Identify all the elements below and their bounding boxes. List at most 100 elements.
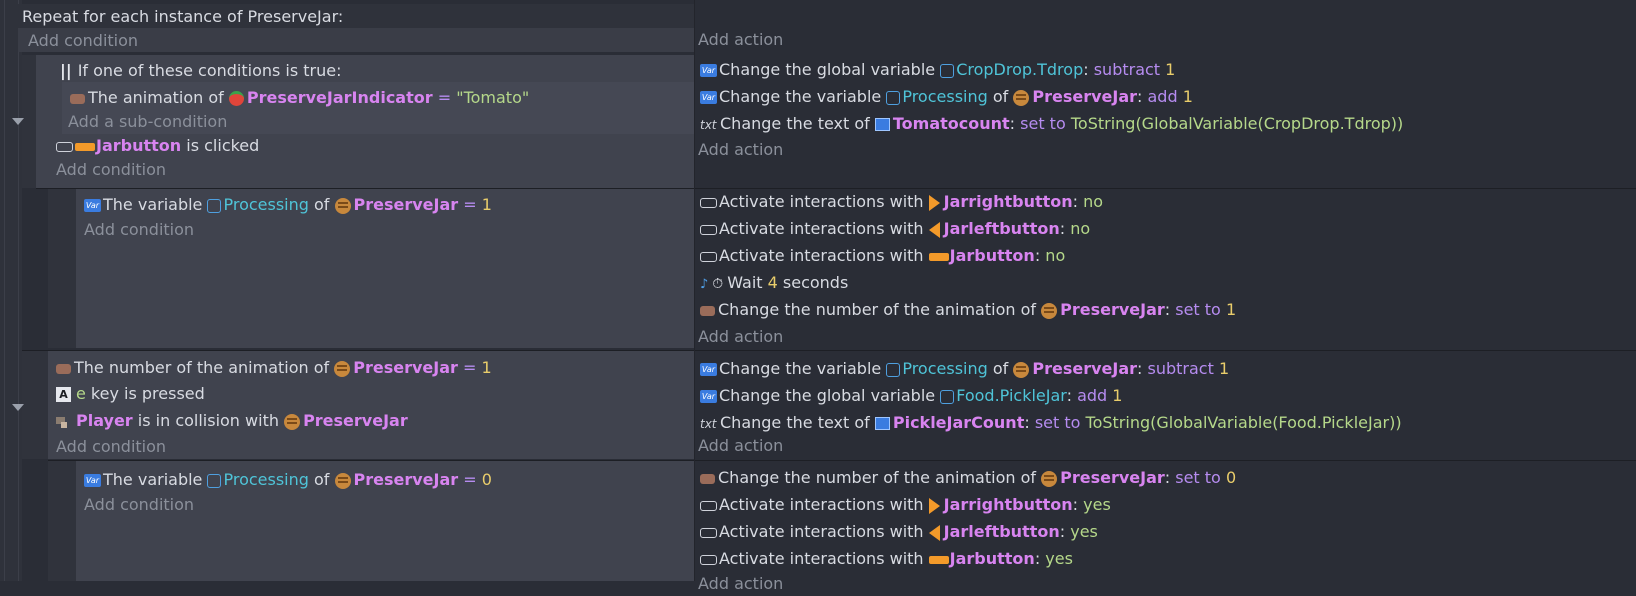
jarbutton-icon bbox=[928, 555, 949, 564]
preserve-jar-icon bbox=[334, 472, 351, 489]
text-object-icon bbox=[874, 417, 890, 430]
condition-jarbutton-clicked[interactable]: Jarbutton is clicked bbox=[56, 134, 259, 158]
variable-icon: Var bbox=[700, 390, 717, 403]
object-name: PreserveJarIndicator bbox=[246, 88, 433, 107]
nested-1-gutter bbox=[48, 188, 76, 348]
add-condition-button[interactable]: Add condition bbox=[56, 435, 166, 459]
action-wait[interactable]: ♪ ⏱ Wait 4 seconds bbox=[700, 271, 848, 295]
add-condition-button[interactable]: Add condition bbox=[28, 29, 138, 53]
action-change-var-processing-add[interactable]: Var Change the variable Processing of Pre… bbox=[700, 85, 1193, 109]
preserve-jar-icon bbox=[1041, 470, 1058, 487]
text-icon: txt bbox=[700, 417, 717, 431]
jarbutton-icon bbox=[928, 252, 949, 261]
text-icon: txt bbox=[700, 118, 717, 132]
action-change-global-picklejar[interactable]: Var Change the global variable Food.Pickl… bbox=[700, 384, 1122, 408]
animation-icon bbox=[700, 305, 715, 316]
condition-key-pressed[interactable]: Ae key is pressed bbox=[56, 382, 205, 406]
timer-icon: ⏱ bbox=[712, 276, 724, 292]
or-label: If one of these conditions is true: bbox=[77, 61, 342, 80]
condition-player-collision[interactable]: Player is in collision with PreserveJar bbox=[56, 409, 408, 433]
variable-icon: Var bbox=[84, 199, 101, 212]
condition-variable-processing-eq-0[interactable]: Var The variable Processing of PreserveJa… bbox=[84, 468, 492, 492]
preserve-jar-icon bbox=[334, 360, 351, 377]
variable-icon: Var bbox=[700, 91, 717, 104]
object-variable-icon bbox=[886, 362, 901, 377]
action-change-global-cropdrop[interactable]: Var Change the global variable CropDrop.T… bbox=[700, 58, 1175, 82]
animation-icon bbox=[700, 473, 715, 484]
action-change-var-processing-subtract[interactable]: Var Change the variable Processing of Pre… bbox=[700, 357, 1229, 381]
variable-icon: Var bbox=[700, 363, 717, 376]
action-change-text-tomatocount[interactable]: txt Change the text of Tomatocount: set t… bbox=[700, 112, 1403, 136]
repeat-event-header[interactable]: Repeat for each instance of PreserveJar: bbox=[22, 5, 343, 29]
condition-animation-number-eq-1[interactable]: The number of the animation of PreserveJ… bbox=[56, 356, 492, 380]
right-arrow-button-icon bbox=[928, 194, 940, 211]
separator bbox=[36, 188, 1636, 189]
add-action-button[interactable]: Add action bbox=[698, 572, 783, 596]
animation-icon bbox=[70, 93, 85, 104]
separator bbox=[22, 350, 1636, 351]
add-action-button[interactable]: Add action bbox=[698, 434, 783, 458]
button-icon bbox=[700, 554, 717, 565]
collision-icon bbox=[56, 415, 70, 429]
condition-animation-is-tomato[interactable]: The animation of PreserveJarIndicator = … bbox=[70, 86, 529, 110]
collapse-arrow-icon[interactable] bbox=[12, 118, 24, 125]
add-action-button[interactable]: Add action bbox=[698, 138, 783, 162]
add-action-button[interactable]: Add action bbox=[698, 28, 783, 52]
or-icon: || bbox=[60, 61, 72, 80]
action-set-animation-0[interactable]: Change the number of the animation of Pr… bbox=[700, 466, 1236, 490]
action-set-animation-1[interactable]: Change the number of the animation of Pr… bbox=[700, 298, 1236, 322]
button-icon bbox=[700, 197, 717, 208]
variable-icon: Var bbox=[84, 474, 101, 487]
or-condition-header[interactable]: || If one of these conditions is true: bbox=[60, 59, 342, 83]
tomato-icon bbox=[228, 91, 244, 106]
gutter-line bbox=[4, 0, 5, 581]
button-icon bbox=[56, 141, 73, 152]
condition-variable-processing-eq-1[interactable]: Var The variable Processing of PreserveJa… bbox=[84, 193, 492, 217]
add-condition-button[interactable]: Add condition bbox=[84, 493, 194, 517]
left-arrow-button-icon bbox=[928, 221, 940, 238]
text-object-icon bbox=[874, 118, 890, 131]
separator bbox=[48, 460, 1636, 461]
preserve-jar-icon bbox=[1041, 302, 1058, 319]
sub-event-2-gutter bbox=[22, 351, 48, 459]
preserve-jar-icon bbox=[1013, 89, 1030, 106]
preserve-jar-icon bbox=[334, 197, 351, 214]
global-variable-icon bbox=[940, 389, 955, 404]
animation-icon bbox=[56, 363, 71, 374]
add-action-button[interactable]: Add action bbox=[698, 325, 783, 349]
string-value: "Tomato" bbox=[456, 88, 530, 107]
variable-icon: Var bbox=[700, 64, 717, 77]
action-change-text-picklejarcount[interactable]: txt Change the text of PickleJarCount: se… bbox=[700, 411, 1402, 435]
repeat-prefix: Repeat for each instance of bbox=[22, 7, 248, 26]
global-variable-icon bbox=[940, 63, 955, 78]
action-activate-jarleftbutton[interactable]: Activate interactions with Jarleftbutton… bbox=[700, 520, 1098, 544]
gutter-line-2 bbox=[18, 0, 19, 581]
preserve-jar-icon bbox=[284, 413, 301, 430]
button-icon bbox=[700, 527, 717, 538]
column-divider bbox=[694, 0, 695, 581]
action-activate-jarrightbutton[interactable]: Activate interactions with Jarrightbutto… bbox=[700, 493, 1111, 517]
object-variable-icon bbox=[207, 198, 222, 213]
preserve-jar-icon bbox=[1013, 361, 1030, 378]
action-deactivate-jarleftbutton[interactable]: Activate interactions with Jarleftbutton… bbox=[700, 217, 1090, 241]
button-icon bbox=[700, 500, 717, 511]
add-condition-button[interactable]: Add condition bbox=[56, 158, 166, 182]
action-deactivate-jarbutton[interactable]: Activate interactions with Jarbutton: no bbox=[700, 244, 1065, 268]
add-sub-condition-button[interactable]: Add a sub-condition bbox=[68, 110, 227, 134]
repeat-suffix: : bbox=[337, 7, 344, 26]
collapse-arrow-icon[interactable] bbox=[12, 404, 24, 411]
object-variable-icon bbox=[886, 90, 901, 105]
right-arrow-button-icon bbox=[928, 497, 940, 514]
object-variable-icon bbox=[207, 473, 222, 488]
nested-2-gutter bbox=[48, 461, 76, 581]
action-deactivate-jarrightbutton[interactable]: Activate interactions with Jarrightbutto… bbox=[700, 190, 1103, 214]
left-arrow-button-icon bbox=[928, 524, 940, 541]
button-icon bbox=[700, 224, 717, 235]
jarbutton-icon bbox=[75, 142, 95, 151]
action-activate-jarbutton[interactable]: Activate interactions with Jarbutton: ye… bbox=[700, 547, 1073, 571]
sub-event-1-gutter bbox=[22, 55, 36, 188]
button-icon bbox=[700, 251, 717, 262]
add-condition-button[interactable]: Add condition bbox=[84, 218, 194, 242]
keyboard-icon: A bbox=[56, 387, 71, 402]
async-icon: ♪ bbox=[700, 277, 709, 292]
